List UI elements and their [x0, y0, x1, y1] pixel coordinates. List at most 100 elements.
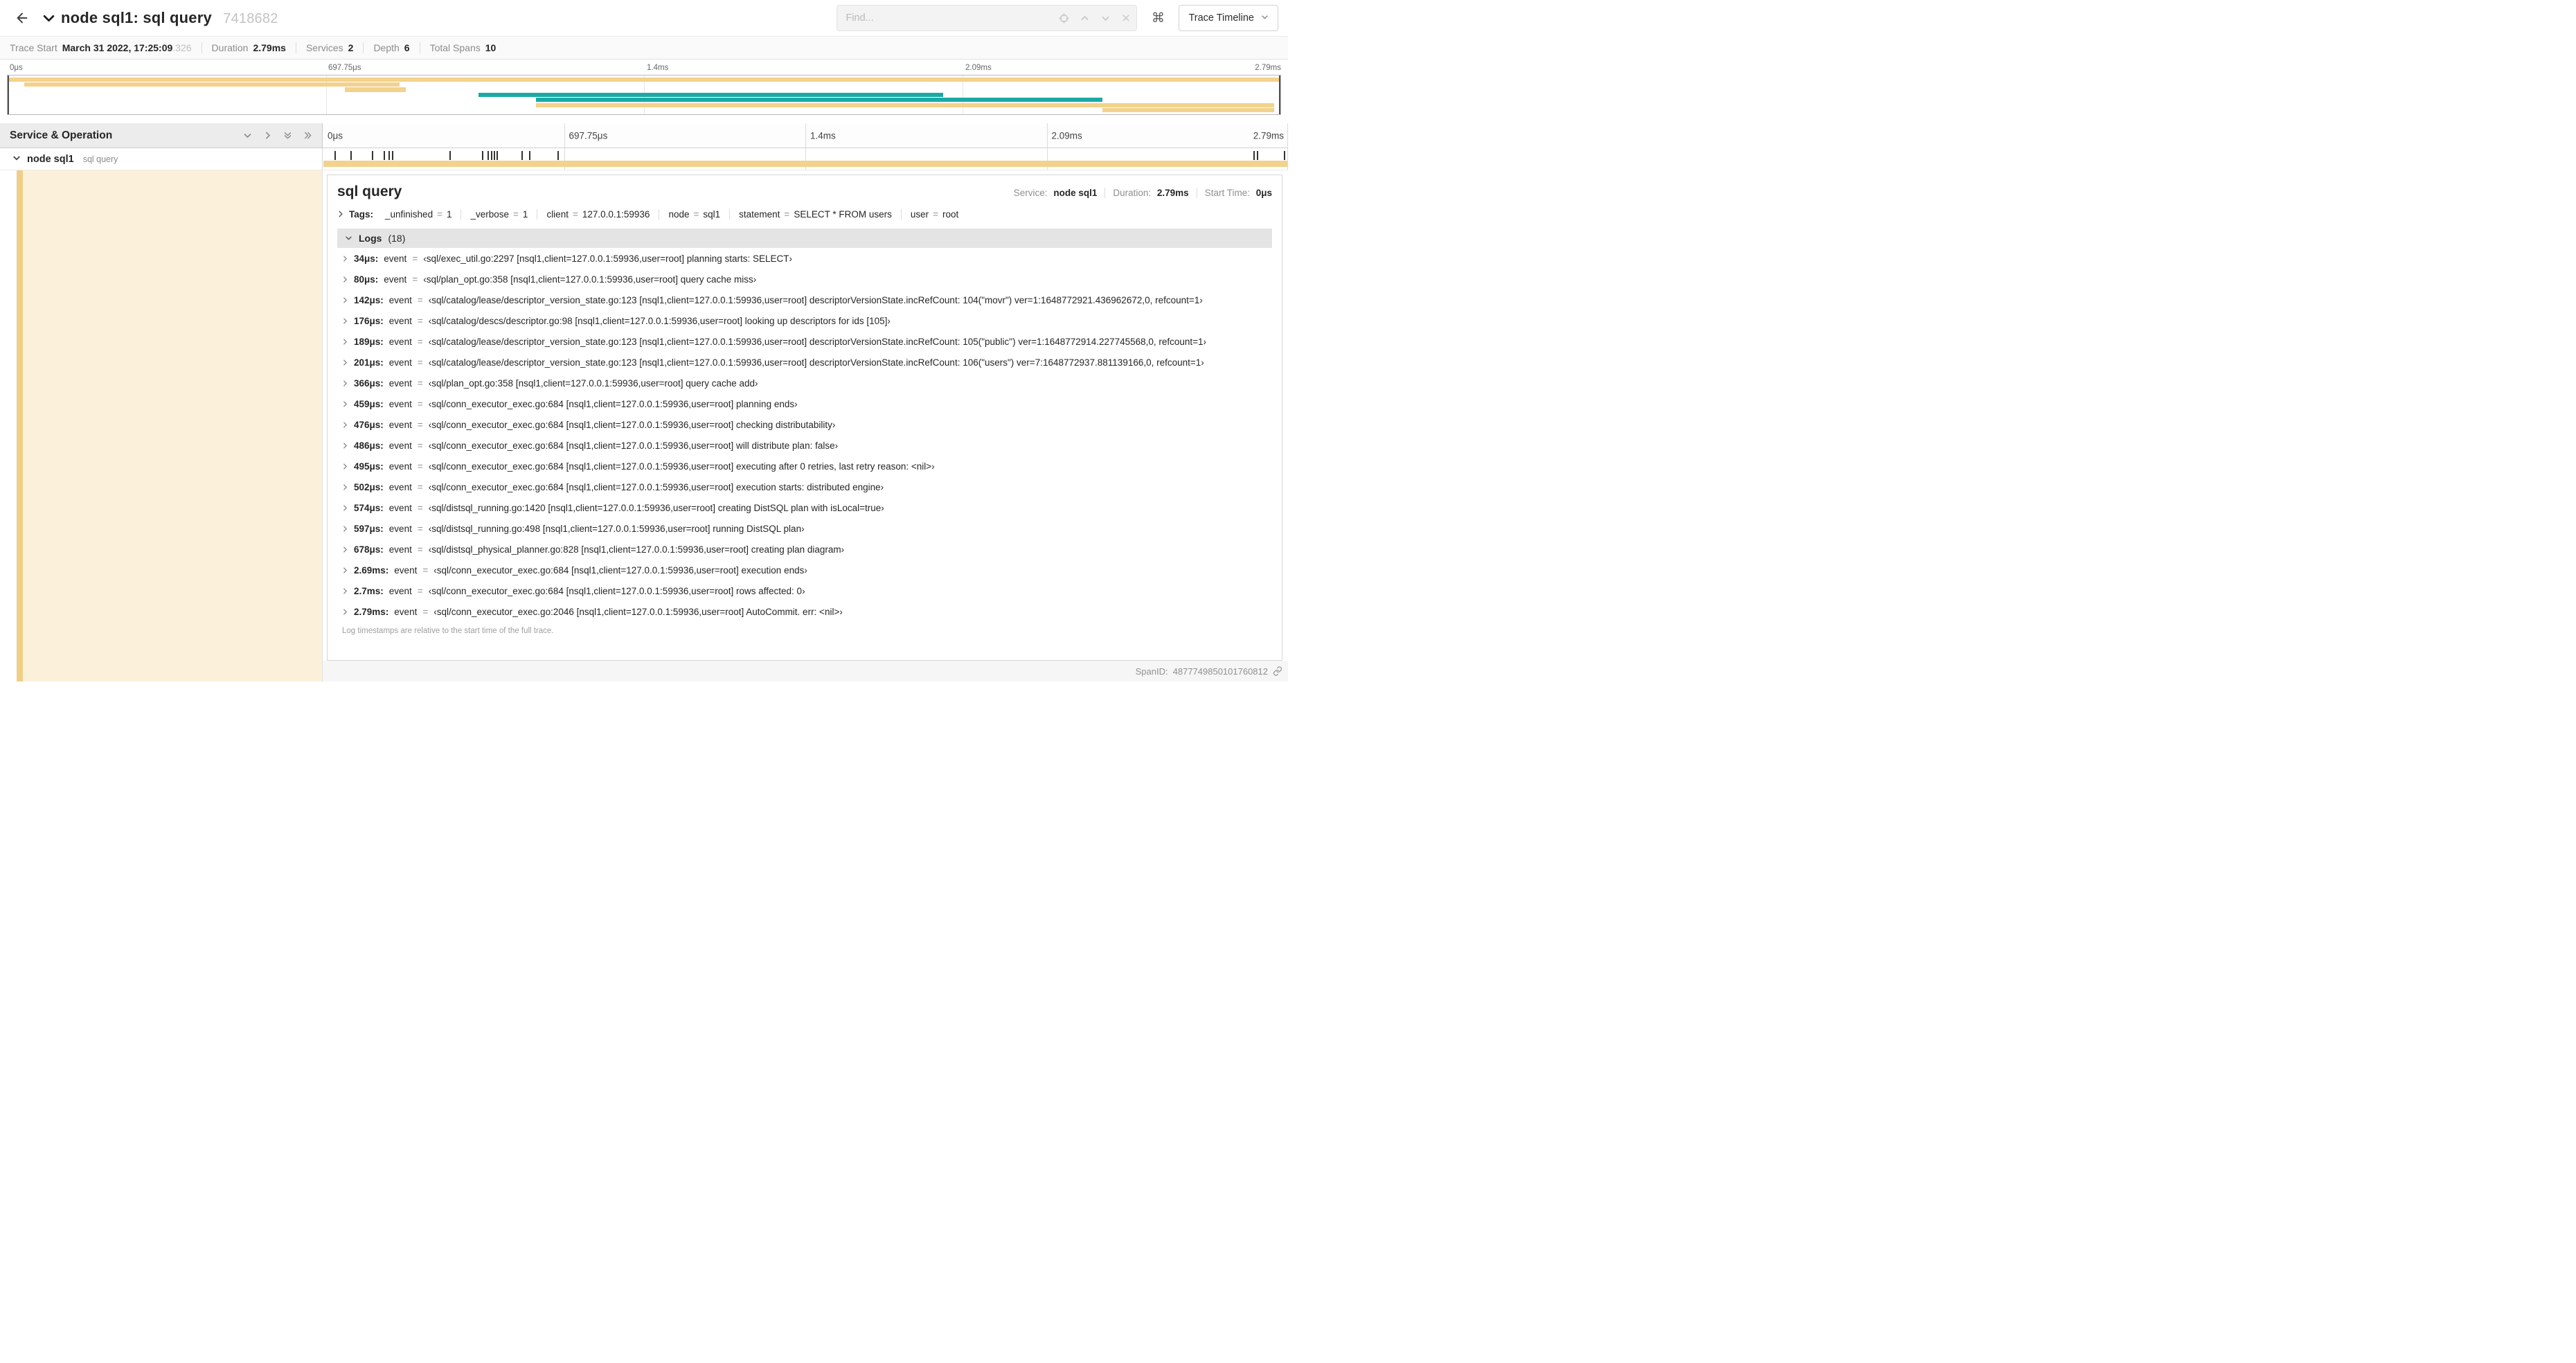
- log-row[interactable]: 2.69ms: event = ‹sql/conn_executor_exec.…: [337, 560, 1272, 580]
- log-field-key: event: [394, 564, 418, 576]
- log-row[interactable]: 142μs: event = ‹sql/catalog/lease/descri…: [337, 289, 1272, 310]
- logs-list: 34μs: event = ‹sql/exec_util.go:2297 [ns…: [337, 248, 1272, 622]
- tag-item[interactable]: node = sql1: [659, 209, 729, 220]
- span-info-item: Start Time: 0μs: [1196, 188, 1272, 198]
- equals-sign: =: [417, 481, 423, 492]
- span-info-value: 2.79ms: [1156, 188, 1189, 198]
- log-row[interactable]: 486μs: event = ‹sql/conn_executor_exec.g…: [337, 435, 1272, 456]
- log-field-value: ‹sql/distsql_running.go:1420 [nsql1,clie…: [428, 502, 884, 513]
- tag-item[interactable]: _verbose = 1: [460, 209, 537, 220]
- span-info-label: Service:: [1013, 188, 1048, 198]
- minimap-tick-labels: 0μs 697.75μs 1.4ms 2.09ms 2.79ms: [10, 64, 1281, 72]
- log-field-key: event: [388, 357, 412, 368]
- equals-sign: =: [417, 336, 423, 347]
- equals-sign: =: [422, 564, 429, 576]
- chevron-down-icon[interactable]: [243, 131, 252, 140]
- tag-item[interactable]: statement = SELECT * FROM users: [729, 209, 901, 220]
- equals-sign: =: [417, 440, 423, 451]
- log-timestamp: 476μs:: [354, 419, 384, 430]
- trace-view-dropdown[interactable]: Trace Timeline: [1179, 5, 1278, 31]
- span-duration-bar[interactable]: [323, 161, 1287, 167]
- spanid-strip: SpanID: 4877749850101760812: [323, 661, 1288, 682]
- summary-item-label: Services: [305, 42, 343, 53]
- log-timestamp: 486μs:: [354, 440, 384, 451]
- log-field-value: ‹sql/conn_executor_exec.go:2046 [nsql1,c…: [433, 606, 843, 617]
- back-button[interactable]: [10, 6, 35, 30]
- tag-item[interactable]: _unfinished = 1: [376, 209, 460, 220]
- chevron-right-icon[interactable]: [263, 131, 272, 140]
- chevron-right-icon: [342, 586, 348, 596]
- clear-search-icon[interactable]: [1116, 6, 1136, 30]
- trace-title-text: node sql1: sql query: [61, 9, 212, 26]
- span-detail-row: sql query Service: node sql1 Duration: 2…: [0, 170, 1288, 682]
- log-row[interactable]: 574μs: event = ‹sql/distsql_running.go:1…: [337, 497, 1272, 518]
- logs-accordion-header[interactable]: Logs (18): [337, 229, 1272, 248]
- link-icon[interactable]: [1273, 666, 1282, 676]
- timeline-left-header: Service & Operation: [0, 123, 323, 148]
- tag-item[interactable]: client = 127.0.0.1:59936: [537, 209, 659, 220]
- trace-minimap: 0μs 697.75μs 1.4ms 2.09ms 2.79ms: [7, 63, 1281, 115]
- log-field-value: ‹sql/conn_executor_exec.go:684 [nsql1,cl…: [428, 419, 836, 430]
- log-timestamp: 201μs:: [354, 357, 384, 368]
- double-chevron-down-icon[interactable]: [283, 131, 292, 140]
- log-timestamp: 80μs:: [354, 274, 379, 285]
- chevron-right-icon: [342, 316, 348, 326]
- minimap-right-scrubber[interactable]: [1279, 75, 1280, 114]
- chevron-right-icon: [342, 607, 348, 617]
- tag-item[interactable]: user = root: [900, 209, 967, 220]
- logs-section: Logs (18) 34μs: event = ‹sql/exec_util.g…: [337, 229, 1272, 657]
- tags-accordion[interactable]: Tags: _unfinished = 1 _verbose = 1 clien…: [337, 209, 1272, 220]
- span-detail-info: Service: node sql1 Duration: 2.79ms Star…: [1006, 188, 1272, 198]
- span-name-cell[interactable]: node sql1 sql query: [0, 148, 323, 170]
- log-row[interactable]: 502μs: event = ‹sql/conn_executor_exec.g…: [337, 476, 1272, 497]
- collapse-header-chevron-down-icon[interactable]: [43, 12, 55, 24]
- operation-name: sql query: [82, 154, 118, 164]
- equals-sign: =: [417, 461, 423, 472]
- arrow-left-icon: [17, 12, 28, 24]
- minimap-canvas[interactable]: [7, 75, 1281, 115]
- equals-sign: =: [693, 209, 699, 220]
- log-field-key: event: [388, 523, 412, 534]
- keyboard-shortcuts-button[interactable]: ⌘: [1145, 6, 1170, 30]
- log-row[interactable]: 597μs: event = ‹sql/distsql_running.go:4…: [337, 518, 1272, 539]
- find-input[interactable]: [846, 6, 1054, 30]
- log-row[interactable]: 189μs: event = ‹sql/catalog/lease/descri…: [337, 331, 1272, 352]
- log-timestamp: 574μs:: [354, 502, 384, 513]
- equals-sign: =: [417, 419, 423, 430]
- span-info-item: Service: node sql1: [1006, 188, 1105, 198]
- log-timestamp: 2.7ms:: [354, 585, 384, 596]
- equals-sign: =: [513, 209, 519, 220]
- timeline-tick-labels: 0μs 697.75μs 1.4ms 2.09ms 2.79ms: [323, 123, 1288, 148]
- log-row[interactable]: 80μs: event = ‹sql/plan_opt.go:358 [nsql…: [337, 269, 1272, 289]
- trace-timeline-app: node sql1: sql query 7418682 Find... ⌘ T…: [0, 0, 1288, 682]
- find-group: [837, 5, 1138, 31]
- log-row[interactable]: 366μs: event = ‹sql/plan_opt.go:358 [nsq…: [337, 373, 1272, 393]
- chevron-down-icon: [345, 233, 352, 244]
- log-row[interactable]: 2.79ms: event = ‹sql/conn_executor_exec.…: [337, 601, 1272, 622]
- log-row[interactable]: 34μs: event = ‹sql/exec_util.go:2297 [ns…: [337, 248, 1272, 269]
- log-field-value: ‹sql/plan_opt.go:358 [nsql1,client=127.0…: [428, 377, 758, 389]
- tag-value: 1: [522, 209, 528, 220]
- double-chevron-right-icon[interactable]: [303, 131, 312, 140]
- prev-result-chevron-up-icon[interactable]: [1074, 6, 1095, 30]
- match-locate-icon[interactable]: [1053, 6, 1074, 30]
- chevron-right-icon: [342, 503, 348, 513]
- log-row[interactable]: 476μs: event = ‹sql/conn_executor_exec.g…: [337, 414, 1272, 435]
- log-field-key: event: [388, 315, 412, 326]
- log-field-key: event: [384, 253, 407, 264]
- log-row[interactable]: 2.7ms: event = ‹sql/conn_executor_exec.g…: [337, 580, 1272, 601]
- log-field-key: event: [388, 419, 412, 430]
- span-info-value: 0μs: [1255, 188, 1272, 198]
- log-row[interactable]: 201μs: event = ‹sql/catalog/lease/descri…: [337, 352, 1272, 373]
- span-detail-title: sql query: [337, 184, 402, 199]
- log-row[interactable]: 495μs: event = ‹sql/conn_executor_exec.g…: [337, 456, 1272, 476]
- tags-list: _unfinished = 1 _verbose = 1 client = 12…: [376, 209, 967, 220]
- equals-sign: =: [417, 398, 423, 409]
- log-row[interactable]: 459μs: event = ‹sql/conn_executor_exec.g…: [337, 393, 1272, 414]
- next-result-chevron-down-icon[interactable]: [1095, 6, 1116, 30]
- equals-sign: =: [572, 209, 578, 220]
- log-row[interactable]: 678μs: event = ‹sql/distsql_physical_pla…: [337, 539, 1272, 560]
- minimap-left-scrubber[interactable]: [8, 75, 9, 114]
- log-field-value: ‹sql/conn_executor_exec.go:684 [nsql1,cl…: [428, 440, 839, 451]
- log-row[interactable]: 176μs: event = ‹sql/catalog/descs/descri…: [337, 310, 1272, 331]
